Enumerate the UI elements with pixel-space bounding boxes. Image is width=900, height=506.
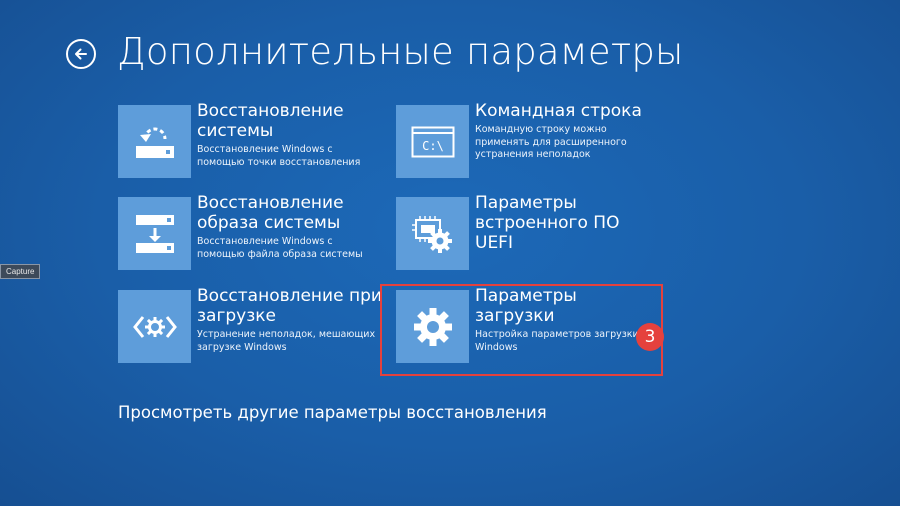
tile-description: Восстановление Windows с помощью точки в… [197, 144, 361, 168]
tile-title: Восстановление при загрузке [197, 286, 382, 326]
uefi-firmware-icon [396, 197, 469, 270]
tile-title: Параметры встроенного ПО UEFI [475, 193, 620, 253]
tile-system-image-recovery[interactable]: Восстановление образа системы Восстановл… [118, 193, 382, 270]
tile-description: Командную строку можно применять для рас… [475, 124, 627, 160]
tile-title: Восстановление образа системы [197, 193, 344, 233]
capture-tooltip[interactable]: Capture [0, 264, 41, 279]
tile-uefi-firmware-settings[interactable]: Параметры встроенного ПО UEFI [396, 193, 660, 270]
tile-description: Устранение неполадок, мешающих загрузке … [197, 329, 376, 353]
tile-startup-repair[interactable]: Восстановление при загрузке Устранение н… [118, 286, 382, 363]
command-prompt-icon-text: C:\ [422, 139, 444, 153]
system-image-recovery-icon [118, 197, 191, 270]
page-title: Дополнительные параметры [117, 30, 684, 73]
startup-repair-icon [118, 290, 191, 363]
more-recovery-options-link[interactable]: Просмотреть другие параметры восстановле… [118, 403, 547, 422]
back-arrow-icon [75, 48, 87, 60]
system-restore-icon [118, 105, 191, 178]
highlight-box [380, 284, 663, 376]
tile-description: Восстановление Windows с помощью файла о… [197, 236, 363, 260]
back-button[interactable] [66, 39, 96, 69]
tile-command-prompt[interactable]: C:\ Командная строка Командную строку мо… [396, 101, 660, 178]
tile-title: Восстановление системы [197, 101, 344, 141]
command-prompt-icon: C:\ [396, 105, 469, 178]
tile-system-restore[interactable]: Восстановление системы Восстановление Wi… [118, 101, 382, 178]
step-badge: 3 [636, 323, 664, 351]
tile-title: Командная строка [475, 101, 642, 121]
